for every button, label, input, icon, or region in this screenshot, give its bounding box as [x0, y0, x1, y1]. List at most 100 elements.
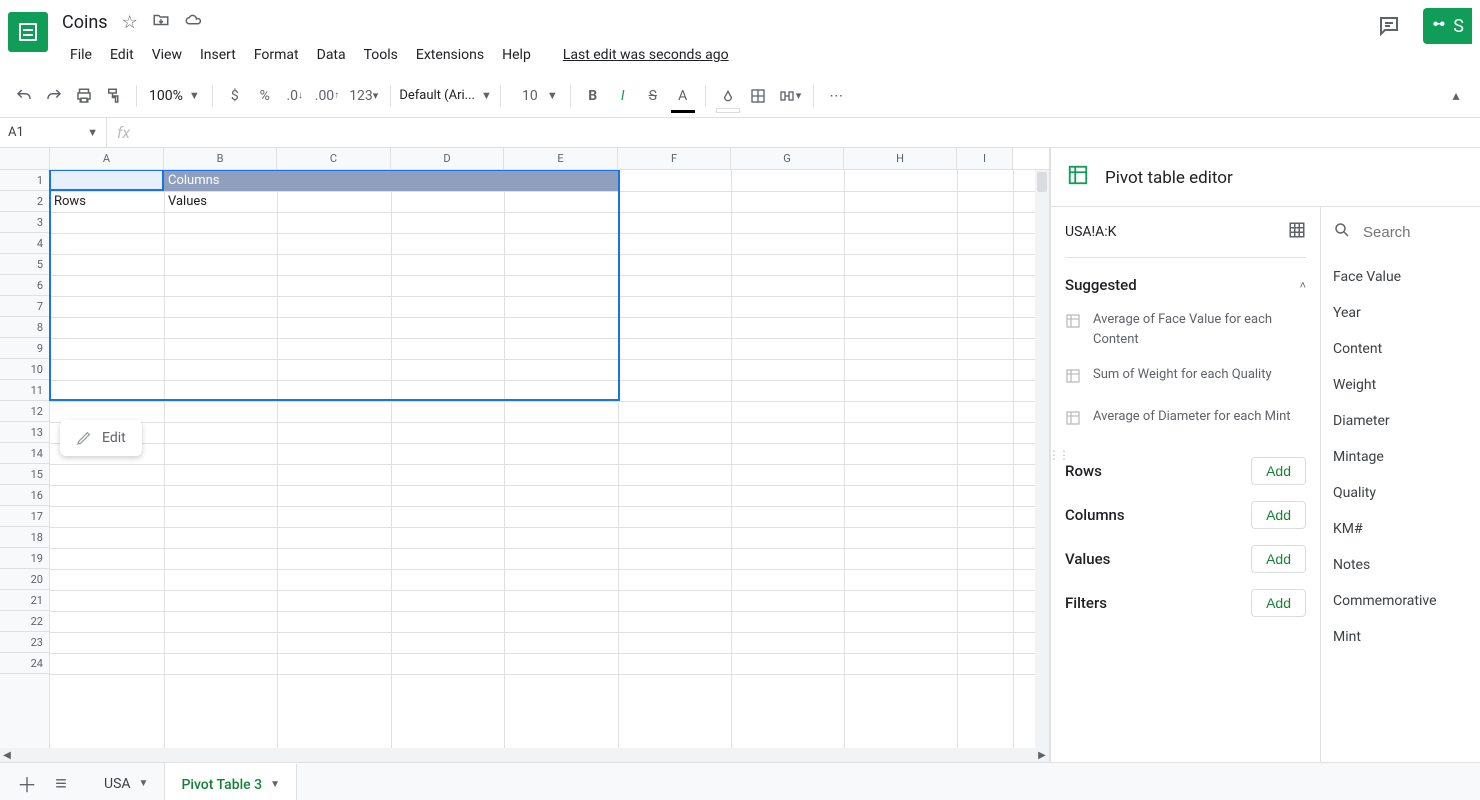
add-columns-button[interactable]: Add: [1251, 501, 1306, 529]
format-currency-button[interactable]: $: [221, 82, 249, 110]
move-folder-icon[interactable]: [152, 11, 170, 34]
row-header[interactable]: 15: [0, 464, 49, 485]
menu-data[interactable]: Data: [309, 43, 354, 67]
column-header[interactable]: G: [731, 148, 844, 169]
pivot-edit-chip[interactable]: Edit: [60, 420, 142, 456]
field-item[interactable]: Quality: [1333, 475, 1468, 511]
column-header[interactable]: F: [618, 148, 731, 169]
formula-input[interactable]: [140, 118, 1480, 147]
text-color-button[interactable]: A: [669, 82, 697, 110]
row-header[interactable]: 8: [0, 317, 49, 338]
column-header[interactable]: B: [164, 148, 277, 169]
row-header[interactable]: 18: [0, 527, 49, 548]
row-header[interactable]: 2: [0, 191, 49, 212]
all-sheets-button[interactable]: ≡: [48, 771, 74, 796]
row-header[interactable]: 1: [0, 170, 49, 191]
row-header[interactable]: 4: [0, 233, 49, 254]
scroll-left-icon[interactable]: ◀: [0, 750, 14, 761]
field-item[interactable]: Face Value: [1333, 259, 1468, 295]
redo-button[interactable]: [40, 82, 68, 110]
select-all-corner[interactable]: [0, 148, 50, 169]
paint-format-button[interactable]: [100, 82, 128, 110]
row-header[interactable]: 12: [0, 401, 49, 422]
column-header[interactable]: H: [844, 148, 957, 169]
row-header[interactable]: 11: [0, 380, 49, 401]
decrease-decimal-button[interactable]: .0↓: [281, 82, 309, 110]
zoom-dropdown[interactable]: 100%▼: [145, 88, 204, 104]
horizontal-scrollbar[interactable]: ◀ ▶: [0, 748, 1049, 762]
add-rows-button[interactable]: Add: [1251, 457, 1306, 485]
field-item[interactable]: Content: [1333, 331, 1468, 367]
menu-help[interactable]: Help: [494, 43, 539, 67]
field-item[interactable]: KM#: [1333, 511, 1468, 547]
add-values-button[interactable]: Add: [1251, 545, 1306, 573]
comments-icon[interactable]: [1371, 8, 1407, 44]
row-header[interactable]: 6: [0, 275, 49, 296]
print-button[interactable]: [70, 82, 98, 110]
column-header[interactable]: A: [50, 148, 164, 169]
document-title[interactable]: Coins: [62, 12, 108, 33]
row-header[interactable]: 16: [0, 485, 49, 506]
share-button[interactable]: S: [1423, 8, 1472, 44]
menu-edit[interactable]: Edit: [102, 43, 142, 67]
field-item[interactable]: Year: [1333, 295, 1468, 331]
add-filters-button[interactable]: Add: [1251, 589, 1306, 617]
field-item[interactable]: Mintage: [1333, 439, 1468, 475]
borders-button[interactable]: [744, 82, 772, 110]
menu-insert[interactable]: Insert: [192, 43, 244, 67]
cloud-status-icon[interactable]: [184, 11, 202, 34]
sheets-app-icon[interactable]: [8, 12, 48, 52]
row-header[interactable]: 23: [0, 632, 49, 653]
row-header[interactable]: 17: [0, 506, 49, 527]
row-header[interactable]: 9: [0, 338, 49, 359]
field-item[interactable]: Diameter: [1333, 403, 1468, 439]
row-header[interactable]: 5: [0, 254, 49, 275]
italic-button[interactable]: I: [609, 82, 637, 110]
star-icon[interactable]: ☆: [122, 12, 138, 33]
menu-format[interactable]: Format: [246, 43, 307, 67]
row-header[interactable]: 3: [0, 212, 49, 233]
sheet-tab-pivot[interactable]: Pivot Table 3▼: [165, 763, 297, 800]
row-header[interactable]: 10: [0, 359, 49, 380]
menu-tools[interactable]: Tools: [356, 43, 406, 67]
column-header[interactable]: I: [957, 148, 1013, 169]
scroll-right-icon[interactable]: ▶: [1035, 750, 1049, 761]
column-header[interactable]: E: [504, 148, 618, 169]
bold-button[interactable]: B: [579, 82, 607, 110]
last-edit-link[interactable]: Last edit was seconds ago: [555, 43, 737, 67]
sheet-tab-usa[interactable]: USA▼: [88, 763, 165, 800]
column-header[interactable]: D: [391, 148, 504, 169]
field-item[interactable]: Notes: [1333, 547, 1468, 583]
undo-button[interactable]: [10, 82, 38, 110]
suggestion-item[interactable]: Average of Diameter for each Mint: [1065, 399, 1306, 441]
row-header[interactable]: 24: [0, 653, 49, 674]
strikethrough-button[interactable]: S: [639, 82, 667, 110]
format-percent-button[interactable]: %: [251, 82, 279, 110]
row-header[interactable]: 14: [0, 443, 49, 464]
sidebar-drag-handle[interactable]: ⋮⋮: [1048, 448, 1068, 462]
pivot-range-text[interactable]: USA!A:K: [1065, 224, 1116, 240]
column-header[interactable]: C: [277, 148, 391, 169]
field-item[interactable]: Commemorative: [1333, 583, 1468, 619]
more-toolbar-button[interactable]: ⋯: [822, 82, 850, 110]
row-header[interactable]: 22: [0, 611, 49, 632]
field-item[interactable]: Mint: [1333, 619, 1468, 655]
collapse-suggested-icon[interactable]: ˄: [1300, 279, 1306, 292]
collapse-toolbar-button[interactable]: ▴: [1442, 82, 1470, 110]
row-header[interactable]: 19: [0, 548, 49, 569]
menu-file[interactable]: File: [62, 43, 100, 67]
row-header[interactable]: 13: [0, 422, 49, 443]
row-header[interactable]: 20: [0, 569, 49, 590]
add-sheet-button[interactable]: ＋: [14, 769, 40, 798]
row-header[interactable]: 7: [0, 296, 49, 317]
vertical-scrollbar[interactable]: [1035, 170, 1049, 748]
increase-decimal-button[interactable]: .00↑: [311, 82, 343, 110]
suggestion-item[interactable]: Sum of Weight for each Quality: [1065, 357, 1306, 399]
field-search-input[interactable]: [1363, 224, 1468, 241]
menu-view[interactable]: View: [144, 43, 190, 67]
select-range-icon[interactable]: [1288, 221, 1306, 243]
font-size-dropdown[interactable]: 10▼: [509, 82, 562, 110]
field-item[interactable]: Weight: [1333, 367, 1468, 403]
spreadsheet-grid[interactable]: ABCDEFGHI 123456789101112131415161718192…: [0, 148, 1050, 762]
merge-cells-button[interactable]: ▾: [774, 82, 806, 110]
